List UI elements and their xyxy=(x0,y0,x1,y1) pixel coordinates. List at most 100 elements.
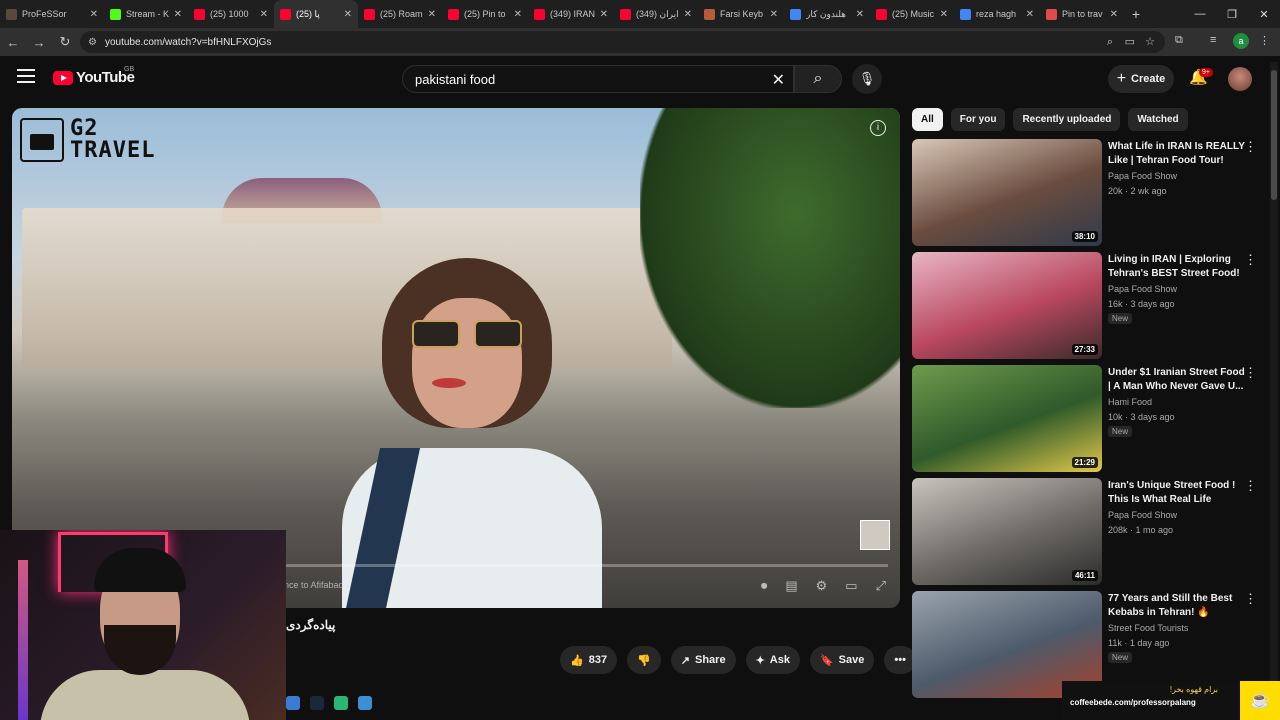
browser-tab[interactable]: Pin to trav ✕ xyxy=(1040,0,1124,28)
recommendation-item[interactable]: 21:29 Under $1 Iranian Street Food | A Ma… xyxy=(912,365,1264,478)
close-tab-icon[interactable]: ✕ xyxy=(940,9,948,20)
browser-tab[interactable]: (349) IRAN ✕ xyxy=(528,0,614,28)
app-icon-1[interactable] xyxy=(286,696,300,710)
subtitles-icon[interactable]: ▤ xyxy=(785,578,797,594)
dislike-button[interactable]: 👎 xyxy=(627,646,661,674)
bookmark-star-icon[interactable]: ☆ xyxy=(1145,31,1155,53)
tab-title: reza hagh xyxy=(976,9,1017,19)
video-thumbnail[interactable]: 21:29 xyxy=(912,365,1102,472)
trees xyxy=(640,108,900,408)
info-icon[interactable]: i xyxy=(870,120,886,136)
autoplay-toggle-icon[interactable]: ⏺ xyxy=(761,578,768,594)
chapter-title[interactable]: nce to Afifabad › xyxy=(284,580,349,590)
reading-list-icon[interactable]: ≡ xyxy=(1210,34,1216,46)
browser-tab[interactable]: (25) 1000 ✕ xyxy=(188,0,274,28)
new-tab-button[interactable]: + xyxy=(1124,6,1148,22)
app-icon-3[interactable] xyxy=(334,696,348,710)
tab-favicon-icon xyxy=(620,8,631,20)
view-count-age: 208k · 1 mo ago xyxy=(1108,525,1174,535)
filter-chip[interactable]: Recently uploaded xyxy=(1013,108,1121,131)
ask-button[interactable]: ✦ Ask xyxy=(745,646,800,674)
clear-search-icon[interactable]: ✕ xyxy=(772,70,785,90)
like-button[interactable]: 👍 837 xyxy=(560,646,618,674)
plus-icon: + xyxy=(1116,70,1127,87)
close-tab-icon[interactable]: ✕ xyxy=(260,9,268,20)
recommendation-title: Iran's Unique Street Food ! This Is What… xyxy=(1108,480,1236,505)
url-field[interactable]: ⚙ youtube.com/watch?v=bfHNLFXOjGs ⌕ ▭ ☆ xyxy=(80,31,1165,53)
browser-tab[interactable]: (25) پا ✕ xyxy=(274,0,358,28)
back-icon[interactable]: ← xyxy=(0,35,26,50)
reload-icon[interactable]: ↻ xyxy=(52,34,78,50)
account-avatar[interactable] xyxy=(1228,67,1252,91)
tab-favicon-icon xyxy=(960,8,971,20)
app-icon-4[interactable] xyxy=(358,696,372,710)
more-options-icon[interactable]: ⋮ xyxy=(1244,252,1257,268)
close-tab-icon[interactable]: ✕ xyxy=(90,9,98,20)
search-input[interactable]: pakistani food ✕ xyxy=(402,65,794,93)
zoom-icon[interactable]: ⌕ xyxy=(1107,31,1113,53)
browser-menu-icon[interactable]: ⋮ xyxy=(1259,34,1270,47)
recommendation-item[interactable]: 38:10 What Life in IRAN Is REALLY Like | … xyxy=(912,139,1264,252)
browser-tab[interactable]: ProFeSSor ✕ xyxy=(0,0,104,28)
close-tab-icon[interactable]: ✕ xyxy=(684,9,692,20)
youtube-logo[interactable]: YouTube xyxy=(53,69,135,86)
close-tab-icon[interactable]: ✕ xyxy=(428,9,436,20)
profile-avatar[interactable]: a xyxy=(1233,33,1249,49)
video-thumbnail[interactable]: 27:33 xyxy=(912,252,1102,359)
presenter xyxy=(342,258,602,608)
cast-icon[interactable]: ▭ xyxy=(1125,31,1135,53)
more-options-icon[interactable]: ⋮ xyxy=(1244,139,1257,155)
view-count-age: 11k · 1 day ago xyxy=(1108,638,1170,648)
filter-chip[interactable]: For you xyxy=(950,108,1006,131)
close-tab-icon[interactable]: ✕ xyxy=(1110,9,1118,20)
browser-tab[interactable]: Farsi Keyb ✕ xyxy=(698,0,784,28)
close-tab-icon[interactable]: ✕ xyxy=(770,9,778,20)
close-tab-icon[interactable]: ✕ xyxy=(600,9,608,20)
hamburger-menu-icon[interactable] xyxy=(17,69,35,83)
close-tab-icon[interactable]: ✕ xyxy=(344,9,352,20)
tab-title: Farsi Keyb xyxy=(720,9,764,19)
voice-search-button[interactable]: 🎙 xyxy=(852,64,882,94)
close-tab-icon[interactable]: ✕ xyxy=(514,9,522,20)
browser-tab[interactable]: (25) Pin to ✕ xyxy=(442,0,528,28)
page-scrollbar[interactable] xyxy=(1270,62,1278,682)
fullscreen-icon[interactable]: ⤢ xyxy=(876,578,886,594)
youtube-play-icon xyxy=(53,70,73,85)
extensions-icon[interactable]: ⧉ xyxy=(1175,34,1183,47)
filter-chip[interactable]: All xyxy=(912,108,943,131)
browser-tab[interactable]: Stream - K ✕ xyxy=(104,0,188,28)
endscreen-thumbnail[interactable] xyxy=(860,520,890,550)
site-info-icon[interactable]: ⚙ xyxy=(88,37,97,48)
recommendation-item[interactable]: 27:33 Living in IRAN | Exploring Tehran's… xyxy=(912,252,1264,365)
recommendation-item[interactable]: 46:11 Iran's Unique Street Food ! This Is… xyxy=(912,478,1264,591)
more-options-icon[interactable]: ⋮ xyxy=(1244,365,1257,381)
video-thumbnail[interactable]: 38:10 xyxy=(912,139,1102,246)
save-button[interactable]: 🔖 Save xyxy=(809,646,875,674)
settings-gear-icon[interactable]: ⚙ xyxy=(816,578,828,594)
close-window-icon[interactable]: ✕ xyxy=(1248,8,1280,21)
recommendation-title: Under $1 Iranian Street Food | A Man Who… xyxy=(1108,367,1245,392)
minimize-icon[interactable]: — xyxy=(1184,8,1216,20)
browser-tab[interactable]: (25) Roam ✕ xyxy=(358,0,442,28)
more-options-icon[interactable]: ⋮ xyxy=(1244,591,1257,607)
tab-favicon-icon xyxy=(194,8,205,20)
video-thumbnail[interactable]: 46:11 xyxy=(912,478,1102,585)
close-tab-icon[interactable]: ✕ xyxy=(1026,9,1034,20)
create-button[interactable]: + Create xyxy=(1108,65,1174,93)
close-tab-icon[interactable]: ✕ xyxy=(174,9,182,20)
restore-icon[interactable]: ❐ xyxy=(1216,8,1248,21)
more-options-icon[interactable]: ⋮ xyxy=(1244,478,1257,494)
share-button[interactable]: ↗ Share xyxy=(670,646,736,674)
browser-tab[interactable]: (25) Music ✕ xyxy=(870,0,954,28)
forward-icon[interactable]: → xyxy=(26,35,52,50)
browser-tab[interactable]: هلندون کار ✕ xyxy=(784,0,870,28)
search-button[interactable]: ⌕ xyxy=(794,65,842,93)
steam-icon[interactable] xyxy=(310,696,324,710)
chapter-text: nce to Afifabad xyxy=(284,580,344,590)
tab-favicon-icon xyxy=(448,8,459,20)
browser-tab[interactable]: reza hagh ✕ xyxy=(954,0,1040,28)
browser-tab[interactable]: (349) ایران ✕ xyxy=(614,0,698,28)
close-tab-icon[interactable]: ✕ xyxy=(856,9,864,20)
filter-chip[interactable]: Watched xyxy=(1128,108,1188,131)
miniplayer-icon[interactable]: ▭ xyxy=(845,578,857,594)
